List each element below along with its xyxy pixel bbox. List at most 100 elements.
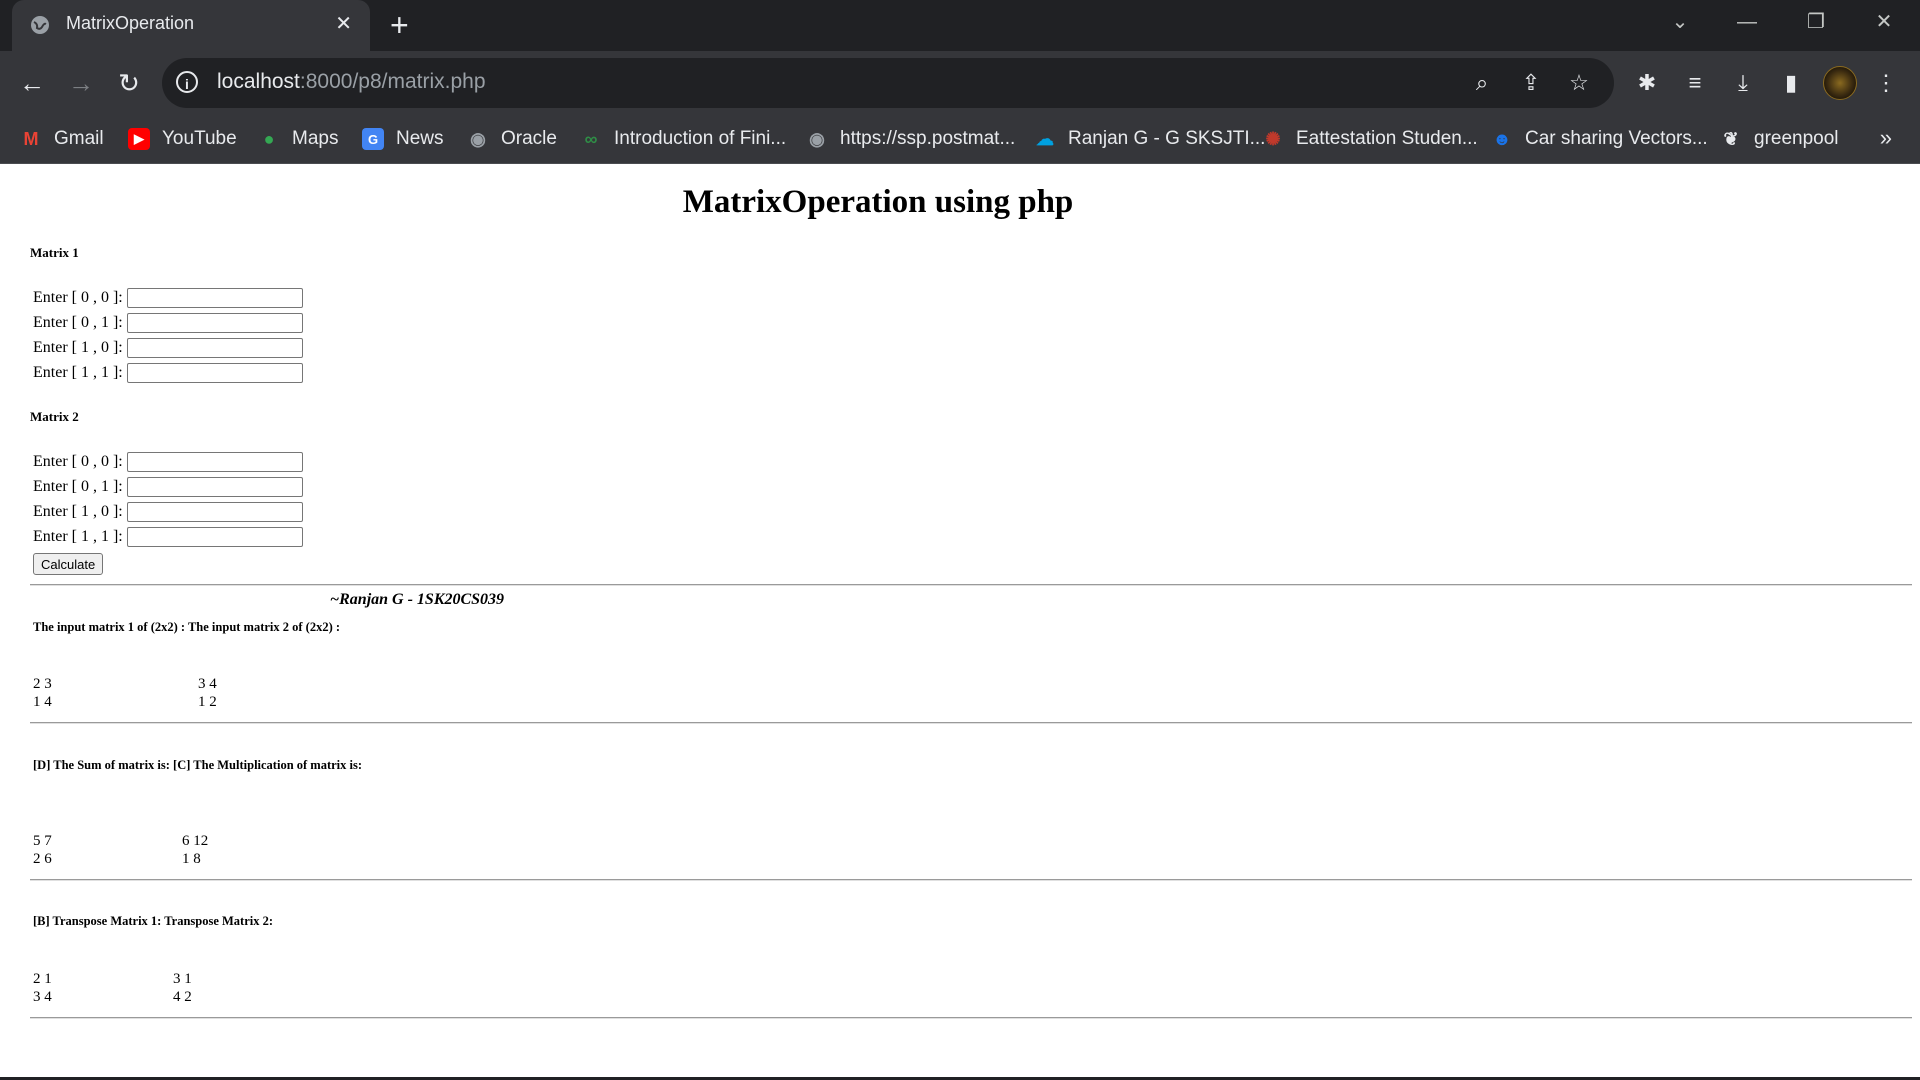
robot-icon: ☻	[1492, 128, 1512, 149]
zoom-icon[interactable]: ⌕	[1467, 68, 1497, 98]
matrix2-label: Matrix 2	[30, 409, 79, 424]
bookmark-item[interactable]: ☻ Car sharing Vectors...	[1491, 115, 1708, 163]
browser-toolbar: ← → ↻ i localhost:8000/p8/matrix.php ⌕ ⇪…	[0, 51, 1920, 115]
side-panel-icon[interactable]: ▮	[1771, 63, 1811, 103]
globe-icon	[31, 16, 49, 34]
m2-row-01: Enter [ 0 , 1 ]:	[33, 476, 303, 498]
globe-icon: ◉	[470, 128, 486, 149]
share-icon[interactable]: ⇪	[1516, 68, 1546, 98]
m2-row-11: Enter [ 1 , 1 ]:	[33, 526, 303, 548]
divider	[30, 722, 1912, 724]
m2-field-label: Enter [ 1 , 0 ]:	[33, 503, 123, 520]
bookmark-label: News	[396, 128, 444, 149]
m2-row-00: Enter [ 0 , 0 ]:	[33, 451, 303, 473]
product-matrix-values: 6 12 1 8	[182, 833, 209, 867]
bookmark-item[interactable]: ◉ https://ssp.postmat...	[806, 115, 1015, 163]
restore-icon[interactable]: ❐	[1796, 8, 1836, 36]
input-matrix1-values: 2 31 4	[33, 676, 52, 710]
bookmark-item[interactable]: ✺ Eattestation Studen...	[1262, 115, 1478, 163]
transpose1-values: 2 13 4	[33, 971, 52, 1005]
m2-row-10: Enter [ 1 , 0 ]:	[33, 501, 303, 523]
matrix1-label: Matrix 1	[30, 245, 79, 260]
youtube-icon: ▶	[128, 128, 150, 150]
bookmark-item[interactable]: ● Maps	[258, 115, 339, 163]
address-bar[interactable]: i localhost:8000/p8/matrix.php ⌕ ⇪ ☆	[162, 58, 1614, 108]
close-window-icon[interactable]: ✕	[1864, 8, 1904, 36]
new-tab-icon[interactable]: +	[390, 8, 409, 42]
tab-close-icon[interactable]: ✕	[335, 13, 352, 35]
bookmark-star-icon[interactable]: ☆	[1564, 68, 1594, 98]
m1-row-11: Enter [ 1 , 1 ]:	[33, 362, 303, 384]
url-text[interactable]: localhost:8000/p8/matrix.php	[217, 70, 486, 94]
divider	[30, 1017, 1912, 1019]
m2-input-00[interactable]	[127, 452, 303, 472]
reload-icon[interactable]: ↻	[109, 63, 149, 103]
bookmark-item[interactable]: ❦ greenpool	[1720, 115, 1839, 163]
bookmark-label: Car sharing Vectors...	[1525, 128, 1708, 149]
bookmark-item[interactable]: M Gmail	[20, 115, 104, 163]
tab-strip: MatrixOperation ✕ + ⌄ — ❐ ✕	[0, 0, 1920, 51]
sum-product-heading: [D] The Sum of matrix is: [C] The Multip…	[33, 758, 363, 772]
transpose2-values: 3 14 2	[173, 971, 192, 1005]
globe-icon: ◉	[809, 128, 825, 149]
news-icon: G	[362, 128, 384, 150]
divider	[30, 584, 1912, 586]
salesforce-icon: ☁	[1036, 128, 1054, 149]
extensions-icon[interactable]: ✱	[1627, 63, 1667, 103]
back-icon[interactable]: ←	[12, 63, 52, 103]
gmail-icon: M	[23, 128, 39, 149]
input-matrix2-values: 3 41 2	[198, 676, 217, 710]
sum-matrix-values: 5 72 6	[33, 833, 52, 867]
leaf-icon: ❦	[1723, 128, 1739, 149]
menu-kebab-icon[interactable]: ⋮	[1866, 63, 1906, 103]
bookmark-item[interactable]: ▶ YouTube	[128, 115, 237, 163]
m1-row-01: Enter [ 0 , 1 ]:	[33, 312, 303, 334]
divider	[30, 879, 1912, 881]
page-title: MatrixOperation using php	[682, 184, 1074, 220]
media-queue-icon[interactable]: ≡	[1675, 63, 1715, 103]
bookmark-label: Introduction of Fini...	[614, 128, 787, 149]
m2-field-label: Enter [ 0 , 0 ]:	[33, 453, 123, 470]
bookmarks-overflow-icon[interactable]: »	[1880, 125, 1892, 151]
m1-input-00[interactable]	[127, 288, 303, 308]
input-matrices-heading: The input matrix 1 of (2x2) : The input …	[33, 620, 341, 634]
author-credit: ~Ranjan G - 1SK20CS039	[330, 591, 505, 608]
bookmark-label: greenpool	[1754, 128, 1839, 149]
download-icon[interactable]: ⤓	[1723, 63, 1763, 103]
forward-icon[interactable]: →	[61, 63, 101, 103]
m2-field-label: Enter [ 1 , 1 ]:	[33, 528, 123, 545]
bookmark-item[interactable]: G News	[362, 115, 444, 163]
tab-title: MatrixOperation	[66, 13, 195, 33]
emblem-icon: ✺	[1265, 128, 1281, 149]
m1-input-10[interactable]	[127, 338, 303, 358]
profile-avatar[interactable]	[1823, 66, 1857, 100]
transpose-heading: [B] Transpose Matrix 1: Transpose Matrix…	[33, 914, 274, 928]
page-content: MatrixOperation using php Matrix 1 Enter…	[0, 164, 1920, 1077]
bookmark-label: Maps	[292, 128, 339, 149]
bookmark-label: https://ssp.postmat...	[840, 128, 1016, 149]
tab-active[interactable]: MatrixOperation ✕	[12, 0, 370, 51]
m2-input-01[interactable]	[127, 477, 303, 497]
minimize-icon[interactable]: —	[1727, 8, 1767, 36]
bookmarks-bar: M Gmail ▶ YouTube ● Maps G News ◉ Oracle ∞ Introduc…	[0, 115, 1920, 164]
bookmark-item[interactable]: ☁ Ranjan G - G SKSJTI...	[1034, 115, 1265, 163]
m2-input-10[interactable]	[127, 502, 303, 522]
m1-field-label: Enter [ 1 , 1 ]:	[33, 364, 123, 381]
bookmark-label: Ranjan G - G SKSJTI...	[1068, 128, 1266, 149]
m1-field-label: Enter [ 0 , 0 ]:	[33, 289, 123, 306]
bookmark-label: Gmail	[54, 128, 104, 149]
tab-search-chevron-icon[interactable]: ⌄	[1660, 8, 1700, 36]
bookmark-item[interactable]: ◉ Oracle	[467, 115, 557, 163]
m2-field-label: Enter [ 0 , 1 ]:	[33, 478, 123, 495]
site-info-icon[interactable]: i	[176, 71, 198, 93]
bookmark-label: Oracle	[501, 128, 557, 149]
bookmark-label: Eattestation Studen...	[1296, 128, 1478, 149]
m1-input-11[interactable]	[127, 363, 303, 383]
m2-input-11[interactable]	[127, 527, 303, 547]
bookmark-item[interactable]: ∞ Introduction of Fini...	[580, 115, 787, 163]
m1-row-00: Enter [ 0 , 0 ]:	[33, 287, 303, 309]
maps-icon: ●	[263, 128, 275, 149]
calculate-button[interactable]: Calculate	[33, 553, 104, 575]
m1-input-01[interactable]	[127, 313, 303, 333]
gfg-icon: ∞	[584, 128, 598, 149]
